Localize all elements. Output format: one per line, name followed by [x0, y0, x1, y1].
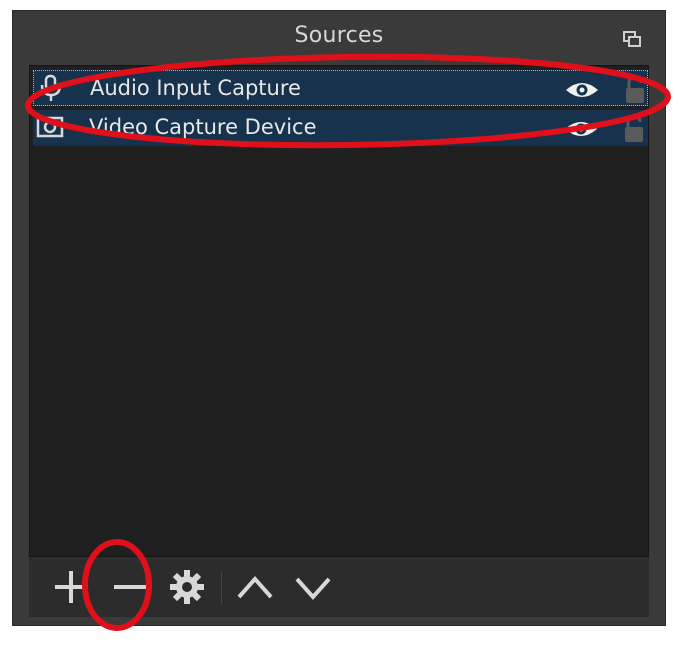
chevron-down-icon[interactable]	[293, 567, 333, 607]
camera-icon	[36, 116, 64, 138]
gear-icon[interactable]	[167, 567, 207, 607]
source-label: Audio Input Capture	[90, 76, 301, 100]
eye-icon[interactable]	[564, 79, 600, 101]
chevron-up-icon[interactable]	[235, 567, 275, 607]
unlock-icon[interactable]	[619, 114, 647, 144]
source-label: Video Capture Device	[89, 115, 317, 139]
microphone-icon	[40, 74, 62, 101]
plus-icon[interactable]	[51, 567, 91, 607]
eye-icon[interactable]	[563, 118, 599, 140]
dock-titlebar: Sources	[13, 11, 665, 65]
sources-list[interactable]: Audio Input Capture Video Capture Device	[29, 65, 649, 557]
source-row-audio-input-capture[interactable]: Audio Input Capture	[33, 70, 648, 106]
dock-title: Sources	[294, 23, 384, 48]
toolbar-separator	[221, 571, 222, 605]
unlock-icon[interactable]	[620, 75, 648, 105]
sources-dock: Sources Audio Input Capture Video Captur…	[12, 10, 666, 626]
undock-icon[interactable]	[623, 31, 641, 47]
sources-toolbar	[29, 557, 649, 617]
source-row-video-capture-device[interactable]: Video Capture Device	[33, 110, 648, 146]
minus-icon[interactable]	[111, 567, 151, 607]
